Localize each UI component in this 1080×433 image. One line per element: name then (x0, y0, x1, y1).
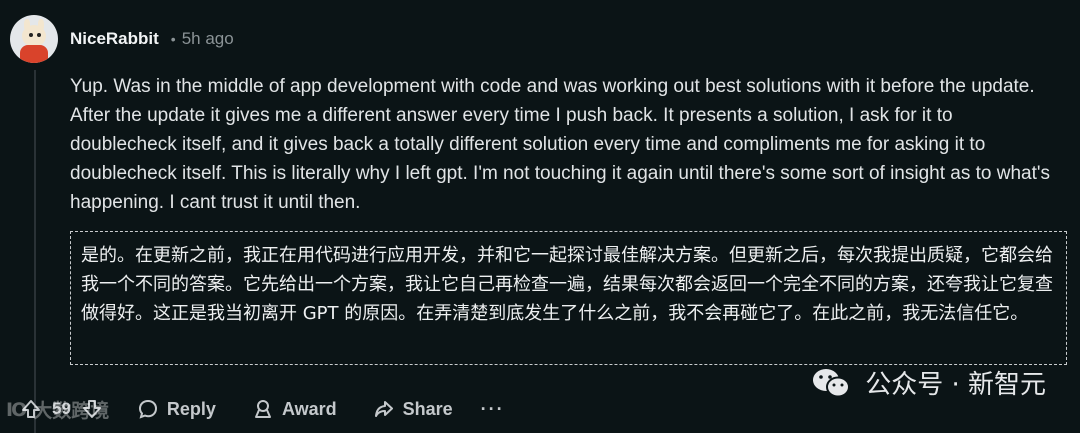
avatar-body (20, 45, 48, 63)
award-label: Award (281, 398, 337, 419)
reply-label: Reply (166, 398, 216, 419)
comment-header: NiceRabbit • 5h ago (10, 14, 234, 64)
watermark-text: 大数跨境 (33, 400, 110, 422)
translation-box: 是的。在更新之前，我正在用代码进行应用开发，并和它一起探讨最佳解决方案。但更新之… (70, 231, 1067, 365)
timestamp[interactable]: 5h ago (182, 29, 234, 49)
share-arrow-icon (374, 401, 393, 417)
thread-line[interactable] (34, 70, 36, 433)
wechat-icon (813, 368, 851, 397)
more-options-button[interactable]: ··· (481, 399, 505, 420)
watermark-dashu: IO 大数跨境 (6, 396, 109, 423)
avatar[interactable] (10, 15, 58, 63)
reply-button[interactable]: Reply (129, 390, 224, 428)
separator-dot: • (170, 31, 176, 47)
avatar-eye (29, 33, 33, 37)
award-button[interactable]: Award (244, 390, 345, 428)
avatar-head (22, 25, 46, 47)
watermark-logo: IO (6, 398, 27, 421)
comment-body: Yup. Was in the middle of app developmen… (70, 76, 1051, 213)
share-button[interactable]: Share (365, 390, 461, 428)
award-icon (254, 400, 271, 418)
watermark-right-text: 公众号 · 新智元 (865, 370, 1046, 400)
share-label: Share (402, 398, 453, 419)
username[interactable]: NiceRabbit (70, 29, 159, 49)
speech-bubble-icon (138, 399, 157, 419)
avatar-eye (37, 33, 41, 37)
watermark-xinzhiyuan: 公众号 · 新智元 (811, 364, 1046, 401)
